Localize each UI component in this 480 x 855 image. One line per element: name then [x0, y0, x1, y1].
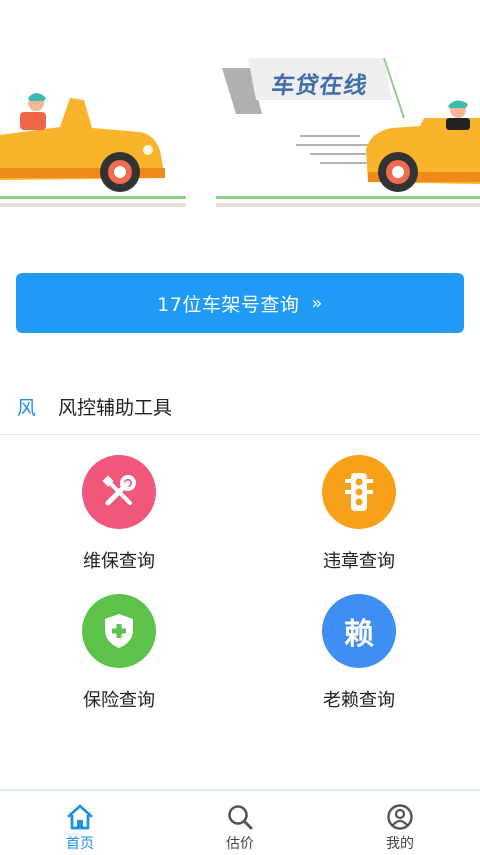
tab-mine[interactable]: 我的	[340, 791, 460, 853]
section-header: 风 风控辅助工具	[0, 385, 480, 425]
lai-character-icon: 赖	[322, 594, 396, 668]
tool-violation-query[interactable]: 违章查询	[289, 455, 429, 573]
traffic-light-icon	[322, 455, 396, 529]
tab-valuation[interactable]: 估价	[180, 791, 300, 853]
user-icon	[387, 804, 413, 830]
double-chevron-right-icon: »	[311, 292, 323, 314]
banner-illustration: 车贷在线	[0, 0, 480, 230]
banner-cars-illustration	[0, 57, 480, 207]
bottom-navigation: 首页 估价 我的	[0, 789, 480, 855]
search-icon	[228, 805, 253, 830]
wrench-screwdriver-icon	[82, 455, 156, 529]
home-icon	[67, 804, 93, 830]
section-mark: 风	[17, 397, 37, 419]
section-title: 风控辅助工具	[58, 397, 173, 419]
tool-insurance-query[interactable]: 保险查询	[49, 594, 189, 712]
tool-label: 维保查询	[83, 551, 155, 572]
tab-label: 我的	[386, 836, 414, 852]
vin-query-button[interactable]: 17位车架号查询 »	[16, 273, 464, 333]
tool-defaulter-query[interactable]: 赖 老赖查询	[289, 594, 429, 712]
tab-label: 首页	[66, 836, 94, 852]
tool-label: 老赖查询	[323, 690, 395, 711]
shield-plus-icon	[82, 594, 156, 668]
tool-label: 违章查询	[323, 551, 395, 572]
tool-maintenance-query[interactable]: 维保查询	[49, 455, 189, 573]
banner-title: 车贷在线	[269, 73, 370, 99]
divider	[0, 434, 480, 435]
tab-home[interactable]: 首页	[20, 791, 140, 853]
tool-label: 保险查询	[83, 690, 155, 711]
vin-query-label: 17位车架号查询	[157, 293, 300, 316]
tab-label: 估价	[226, 836, 254, 852]
